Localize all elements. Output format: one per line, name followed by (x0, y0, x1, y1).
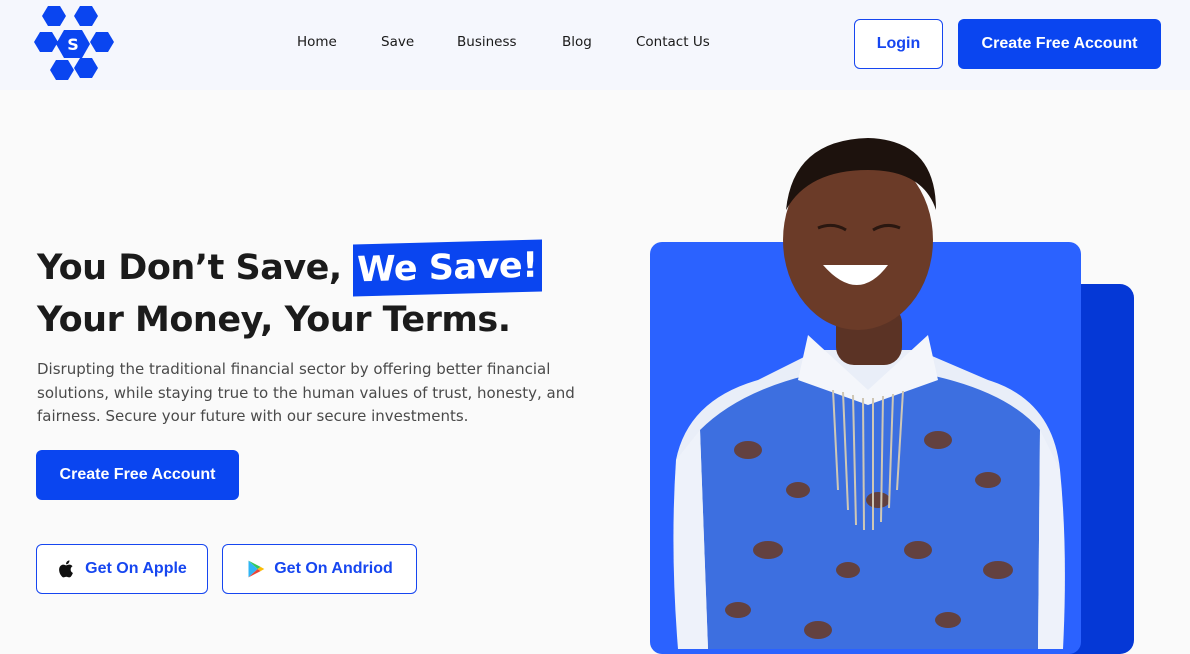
get-on-android-button[interactable]: Get On Andriod (222, 544, 417, 594)
apple-icon (59, 560, 74, 578)
android-label: Get On Andriod (274, 560, 393, 577)
logo-letter: S (67, 35, 79, 54)
login-button[interactable]: Login (854, 19, 943, 69)
hero-title: You Don’t Save, We Save! Your Money, You… (37, 239, 542, 346)
nav-save[interactable]: Save (381, 34, 414, 50)
nav-home[interactable]: Home (297, 34, 337, 50)
hero-title-part1: You Don’t Save, (37, 248, 354, 288)
hero-person-image (673, 138, 1065, 649)
hero-title-line2: Your Money, Your Terms. (37, 300, 511, 340)
google-play-icon (248, 560, 265, 578)
create-account-header-button[interactable]: Create Free Account (958, 19, 1161, 69)
apple-label: Get On Apple (85, 560, 187, 577)
nav-blog[interactable]: Blog (562, 34, 592, 50)
hero-title-highlight: We Save! (353, 239, 542, 297)
nav-contact-us[interactable]: Contact Us (636, 34, 710, 50)
hero-description: Disrupting the traditional financial sec… (37, 360, 575, 425)
nav-business[interactable]: Business (457, 34, 517, 50)
get-on-apple-button[interactable]: Get On Apple (36, 544, 208, 594)
logo[interactable]: S (34, 4, 116, 84)
create-account-hero-button[interactable]: Create Free Account (36, 450, 239, 500)
site-header: S Home Save Business Blog Contact Us Log… (0, 0, 1190, 90)
